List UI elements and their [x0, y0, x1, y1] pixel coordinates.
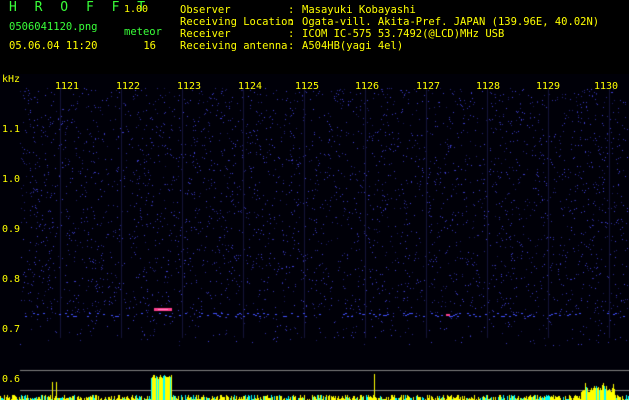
- x-tick-label: 1123: [177, 81, 202, 92]
- x-tick-label: 1130: [594, 81, 619, 92]
- info-row-observer: Observer : Masayuki Kobayashi: [180, 4, 599, 16]
- info-key: Observer: [180, 4, 231, 16]
- app-version: 1.00: [124, 4, 149, 15]
- spectrogram-canvas: [0, 74, 629, 400]
- info-value: ICOM IC-575 53.7492(@LCD)MHz USB: [302, 28, 505, 40]
- y-tick-label: 1.1: [2, 124, 21, 135]
- info-separator: :: [288, 4, 295, 16]
- info-key: Receiver: [180, 28, 231, 40]
- info-separator: :: [288, 16, 295, 28]
- info-row-location: Receiving Location : Ogata-vill. Akita-P…: [180, 16, 599, 28]
- file-name: 0506041120.png: [9, 21, 98, 33]
- y-tick-label: 0.8: [2, 274, 21, 285]
- info-row-receiver: Receiver : ICOM IC-575 53.7492(@LCD)MHz …: [180, 28, 599, 40]
- info-row-antenna: Receiving antenna : A504HB(yagi 4el): [180, 40, 599, 52]
- x-tick-label: 1122: [116, 81, 141, 92]
- x-tick-label: 1128: [476, 81, 501, 92]
- y-tick-label: 0.6: [2, 374, 21, 385]
- y-tick-label: 0.7: [2, 324, 21, 335]
- x-tick-label: 1125: [295, 81, 320, 92]
- x-tick-label: 1121: [55, 81, 80, 92]
- info-key: Receiving antenna: [180, 40, 288, 52]
- info-separator: :: [288, 28, 295, 40]
- x-tick-label: 1127: [416, 81, 441, 92]
- meteor-label: meteor: [124, 26, 162, 38]
- info-value: Ogata-vill. Akita-Pref. JAPAN (139.96E, …: [302, 16, 600, 28]
- header-panel: H R O F F T 1.00 0506041120.png 05.06.04…: [0, 0, 629, 74]
- meteor-count: 16: [143, 40, 156, 52]
- x-tick-label: 1129: [536, 81, 561, 92]
- date-time: 05.06.04 11:20: [9, 40, 98, 52]
- x-tick-label: 1124: [238, 81, 263, 92]
- info-value: Masayuki Kobayashi: [302, 4, 416, 16]
- unit-label: kHz: [2, 74, 21, 85]
- info-key: Receiving Location: [180, 16, 294, 28]
- y-tick-label: 0.9: [2, 224, 21, 235]
- info-value: A504HB(yagi 4el): [302, 40, 404, 52]
- y-tick-label: 1.0: [2, 174, 21, 185]
- station-info: Observer : Masayuki Kobayashi Receiving …: [180, 4, 599, 52]
- x-tick-label: 1126: [355, 81, 380, 92]
- info-separator: :: [288, 40, 295, 52]
